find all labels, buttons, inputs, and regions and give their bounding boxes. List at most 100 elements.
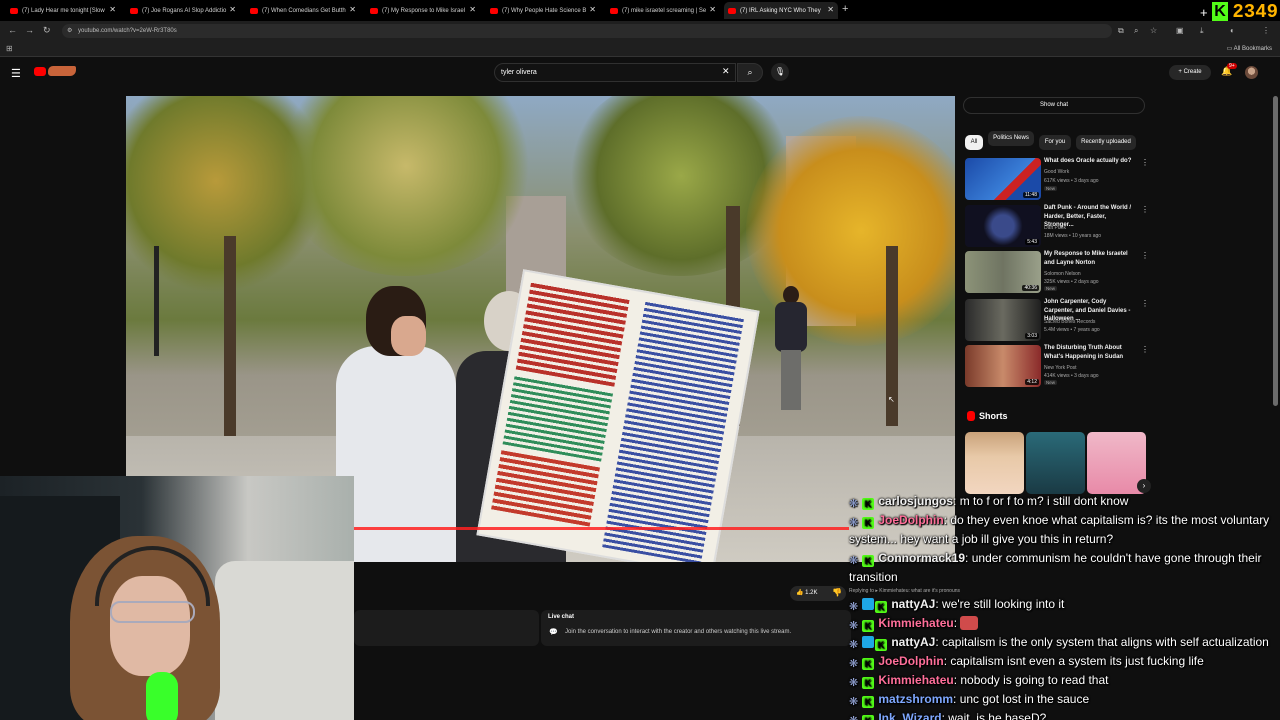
chip-all[interactable]: All xyxy=(965,135,983,150)
address-bar[interactable]: ⚙ youtube.com/watch?v=2eW-Rr3T80s xyxy=(62,24,1112,38)
video-channel[interactable]: New York Post xyxy=(1044,364,1077,372)
video-meta: 617K views • 3 days ago xyxy=(1044,178,1099,184)
page-scrollbar[interactable] xyxy=(1273,96,1278,406)
avatar[interactable] xyxy=(1245,66,1258,79)
short-thumbnail[interactable] xyxy=(965,432,1024,494)
live-chat-title: Live chat xyxy=(548,614,575,620)
video-thumbnail[interactable]: 3:03 xyxy=(965,299,1041,341)
youtube-favicon-icon xyxy=(130,7,138,14)
video-channel[interactable]: Good Work xyxy=(1044,168,1069,176)
browser-tab[interactable]: (7) Why People Hate Science B ✕ xyxy=(486,2,600,19)
voice-search-icon[interactable]: 🎙 xyxy=(771,63,789,81)
video-title[interactable]: What does Oracle actually do? xyxy=(1044,157,1136,166)
back-icon[interactable]: ← xyxy=(8,25,17,35)
close-tab-icon[interactable]: ✕ xyxy=(229,5,236,14)
site-info-icon[interactable]: ⚙ xyxy=(67,24,72,38)
close-tab-icon[interactable]: ✕ xyxy=(109,5,116,14)
video-duration: 5:43 xyxy=(1025,239,1039,245)
shorts-logo-icon xyxy=(967,411,975,421)
browser-tab[interactable]: (7) My Response to Mike Israel ✕ xyxy=(366,2,480,19)
live-chat-panel[interactable] xyxy=(541,610,851,646)
kick-badge-icon: K xyxy=(862,715,874,720)
tab-title: (7) mike israetel screaming | Se xyxy=(622,7,707,14)
chat-message: ❋K Ink_Wizard: wait, is he baseD? xyxy=(847,709,1280,720)
show-chat-button[interactable]: Show chat xyxy=(963,97,1145,114)
video-channel[interactable]: Daft Punk xyxy=(1044,224,1066,232)
video-title[interactable]: My Response to Mike Israetel and Layne N… xyxy=(1044,250,1136,267)
extensions-icon[interactable]: ▣ xyxy=(1176,26,1184,35)
badge-star-icon: ❋ xyxy=(849,620,859,632)
chip-label: For you xyxy=(1044,139,1066,145)
recommended-video[interactable]: 3:03 John Carpenter, Cody Carpenter, and… xyxy=(965,299,1149,343)
recommended-video[interactable]: 5:43 Daft Punk - Around the World / Hard… xyxy=(965,205,1149,249)
more-options-icon[interactable]: ⋮ xyxy=(1141,345,1149,354)
apps-grid-icon[interactable]: ⊞ xyxy=(6,44,13,53)
reload-icon[interactable]: ↻ xyxy=(43,25,51,36)
new-tab-icon[interactable]: + xyxy=(842,3,848,15)
browser-tab[interactable]: (7) When Comedians Get Butth ✕ xyxy=(246,2,360,19)
url-text: youtube.com/watch?v=2eW-Rr3T80s xyxy=(78,28,177,34)
create-label: Create xyxy=(1183,69,1202,75)
tab-title: (7) Joe Rogans AI Slop Addictio xyxy=(142,7,227,14)
recommended-video[interactable]: 4:12 The Disturbing Truth About What's H… xyxy=(965,344,1149,389)
close-tab-icon[interactable]: ✕ xyxy=(709,5,716,14)
hamburger-menu-icon[interactable]: ☰ xyxy=(11,67,21,80)
chip-recently-uploaded[interactable]: Recently uploaded xyxy=(1076,135,1136,150)
video-channel[interactable]: Sacred Bones Records xyxy=(1044,318,1095,326)
video-progress-bar[interactable] xyxy=(354,527,849,530)
youtube-logo-icon[interactable] xyxy=(34,67,46,76)
close-tab-icon[interactable]: ✕ xyxy=(827,5,834,14)
more-options-icon[interactable]: ⋮ xyxy=(1141,158,1149,167)
recommended-video[interactable]: 40:36 My Response to Mike Israetel and L… xyxy=(965,250,1149,295)
chevron-right-icon[interactable]: › xyxy=(1137,479,1151,493)
video-thumbnail[interactable]: 11:48 xyxy=(965,158,1041,200)
more-options-icon[interactable]: ⋮ xyxy=(1141,251,1149,260)
youtube-doodle-logo[interactable] xyxy=(48,66,76,76)
chip-label: Politics News xyxy=(993,135,1029,141)
all-bookmarks[interactable]: ▭ All Bookmarks xyxy=(1227,45,1272,52)
chip-for-you[interactable]: For you xyxy=(1039,135,1071,150)
tab-title: (7) When Comedians Get Butth xyxy=(262,7,346,14)
video-thumbnail[interactable]: 40:36 xyxy=(965,251,1041,293)
kick-badge-icon: K xyxy=(875,639,887,651)
close-tab-icon[interactable]: ✕ xyxy=(469,5,476,14)
chat-username: nattyAJ xyxy=(891,597,936,611)
plus-icon: + xyxy=(1200,4,1208,20)
video-thumbnail[interactable]: 4:12 xyxy=(965,345,1041,387)
browser-tab-active[interactable]: (7) IRL Asking NYC Who They ✕ xyxy=(724,2,838,19)
create-button[interactable]: + Create xyxy=(1169,65,1211,80)
forward-icon[interactable]: → xyxy=(25,25,34,35)
video-thumbnail[interactable]: 5:43 xyxy=(965,205,1041,247)
chat-text: we're still looking into it xyxy=(942,597,1065,611)
more-options-icon[interactable]: ⋮ xyxy=(1141,299,1149,308)
browser-tab-strip: (7) Lady Hear me tonight [Slow ✕ (7) Joe … xyxy=(0,0,1280,23)
short-thumbnail[interactable] xyxy=(1026,432,1085,494)
close-tab-icon[interactable]: ✕ xyxy=(589,5,596,14)
downloads-icon[interactable]: ⤓ xyxy=(1200,26,1204,36)
live-chat-message: Join the conversation to interact with t… xyxy=(565,629,792,635)
kick-badge-icon: K xyxy=(862,555,874,567)
chip-politics-news[interactable]: Politics News xyxy=(988,131,1034,146)
recommended-video[interactable]: 11:48 What does Oracle actually do? Good… xyxy=(965,157,1149,202)
browser-tab[interactable]: (7) Joe Rogans AI Slop Addictio ✕ xyxy=(126,2,240,19)
browser-tab[interactable]: (7) Lady Hear me tonight [Slow ✕ xyxy=(6,2,120,19)
install-icon[interactable]: ⧉ xyxy=(1118,26,1124,36)
sub-badge-icon xyxy=(862,598,874,610)
close-tab-icon[interactable]: ✕ xyxy=(349,5,356,14)
bookmark-star-icon[interactable]: ☆ xyxy=(1150,26,1157,35)
more-options-icon[interactable]: ⋮ xyxy=(1141,205,1149,214)
video-title[interactable]: The Disturbing Truth About What's Happen… xyxy=(1044,344,1136,361)
chat-message: ❋ K Kimmiehateu: xyxy=(847,614,1280,633)
new-badge: New xyxy=(1044,186,1058,191)
profile-icon[interactable]: ◐ xyxy=(1230,26,1235,35)
search-button[interactable]: ⌕ xyxy=(737,63,763,82)
all-bookmarks-label: All Bookmarks xyxy=(1233,46,1272,52)
clear-search-icon[interactable]: ✕ xyxy=(722,66,730,77)
browser-tab[interactable]: (7) mike israetel screaming | Se ✕ xyxy=(606,2,720,19)
menu-dots-icon[interactable]: ⋮ xyxy=(1262,26,1270,35)
search-input[interactable]: tyler olivera xyxy=(494,63,736,82)
thumbs-down-icon[interactable]: 👎 xyxy=(832,588,842,597)
kick-logo-icon: K xyxy=(1211,2,1229,22)
zoom-icon[interactable]: ⌕ xyxy=(1134,26,1138,36)
video-channel[interactable]: Solomon Nelson xyxy=(1044,270,1081,278)
